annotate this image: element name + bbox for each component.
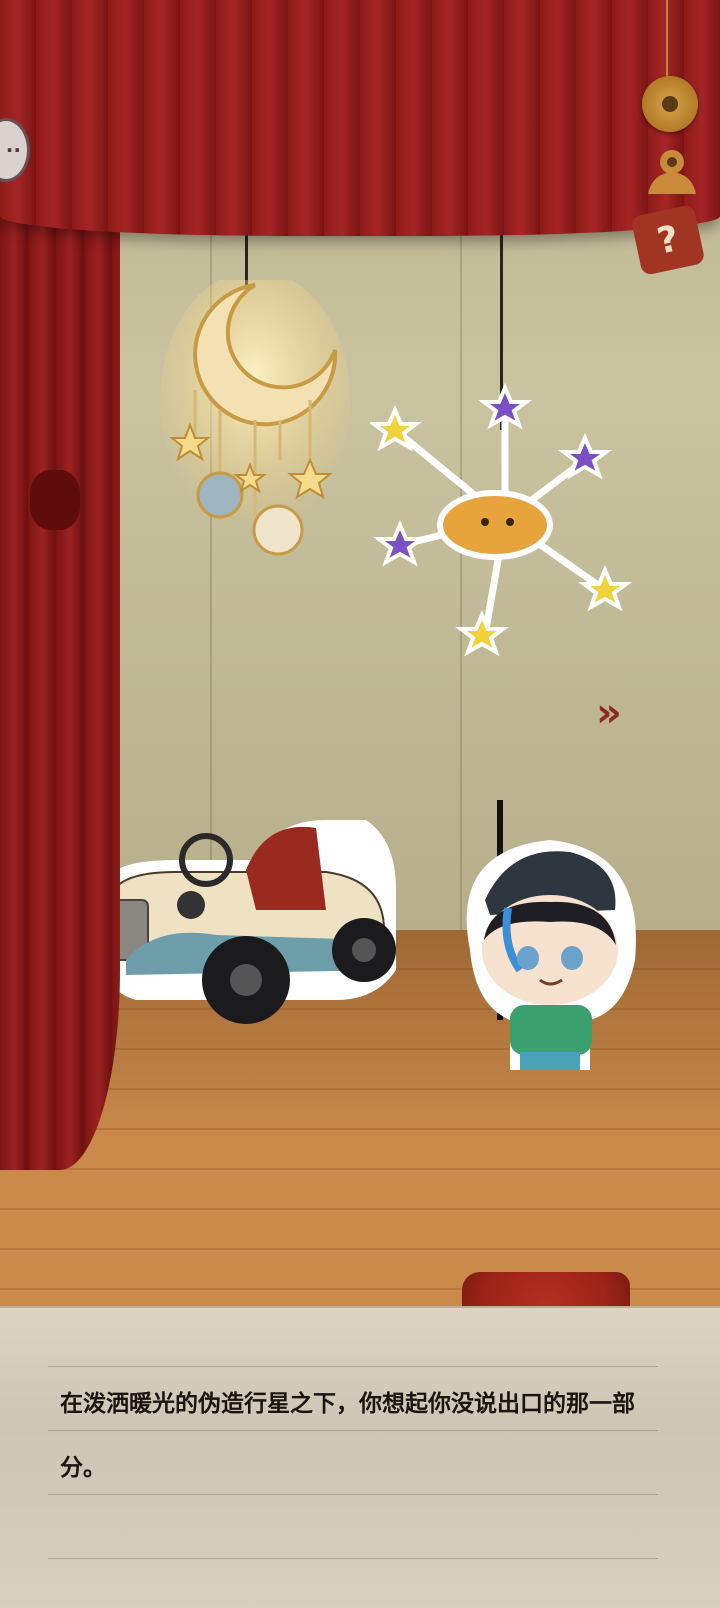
top-curtain xyxy=(0,0,720,236)
dialog-text: 在泼洒暖光的伪造行星之下，你想起你没说出口的那一部分。 xyxy=(60,1391,635,1481)
boy-character-cutout[interactable] xyxy=(450,830,650,1080)
speech-dots-icon: ·· xyxy=(5,138,21,162)
toy-car[interactable] xyxy=(96,800,416,1040)
crescent-moon-mobile[interactable] xyxy=(160,280,350,570)
dialog-rule xyxy=(48,1366,658,1367)
help-glyph: ? xyxy=(653,217,683,263)
coin-icon[interactable] xyxy=(642,76,698,132)
star-cloud-mobile[interactable] xyxy=(370,380,640,670)
chevron-right-icon[interactable]: » xyxy=(596,690,622,736)
curtain-tieback xyxy=(30,470,80,530)
dialog-rule xyxy=(48,1558,658,1559)
coin-string xyxy=(666,0,668,78)
character-icon[interactable] xyxy=(640,144,704,200)
game-stage: ·· ? » 在泼洒暖光的伪造行星之下，你想起你没说出口的那一部分。 xyxy=(0,0,720,1608)
